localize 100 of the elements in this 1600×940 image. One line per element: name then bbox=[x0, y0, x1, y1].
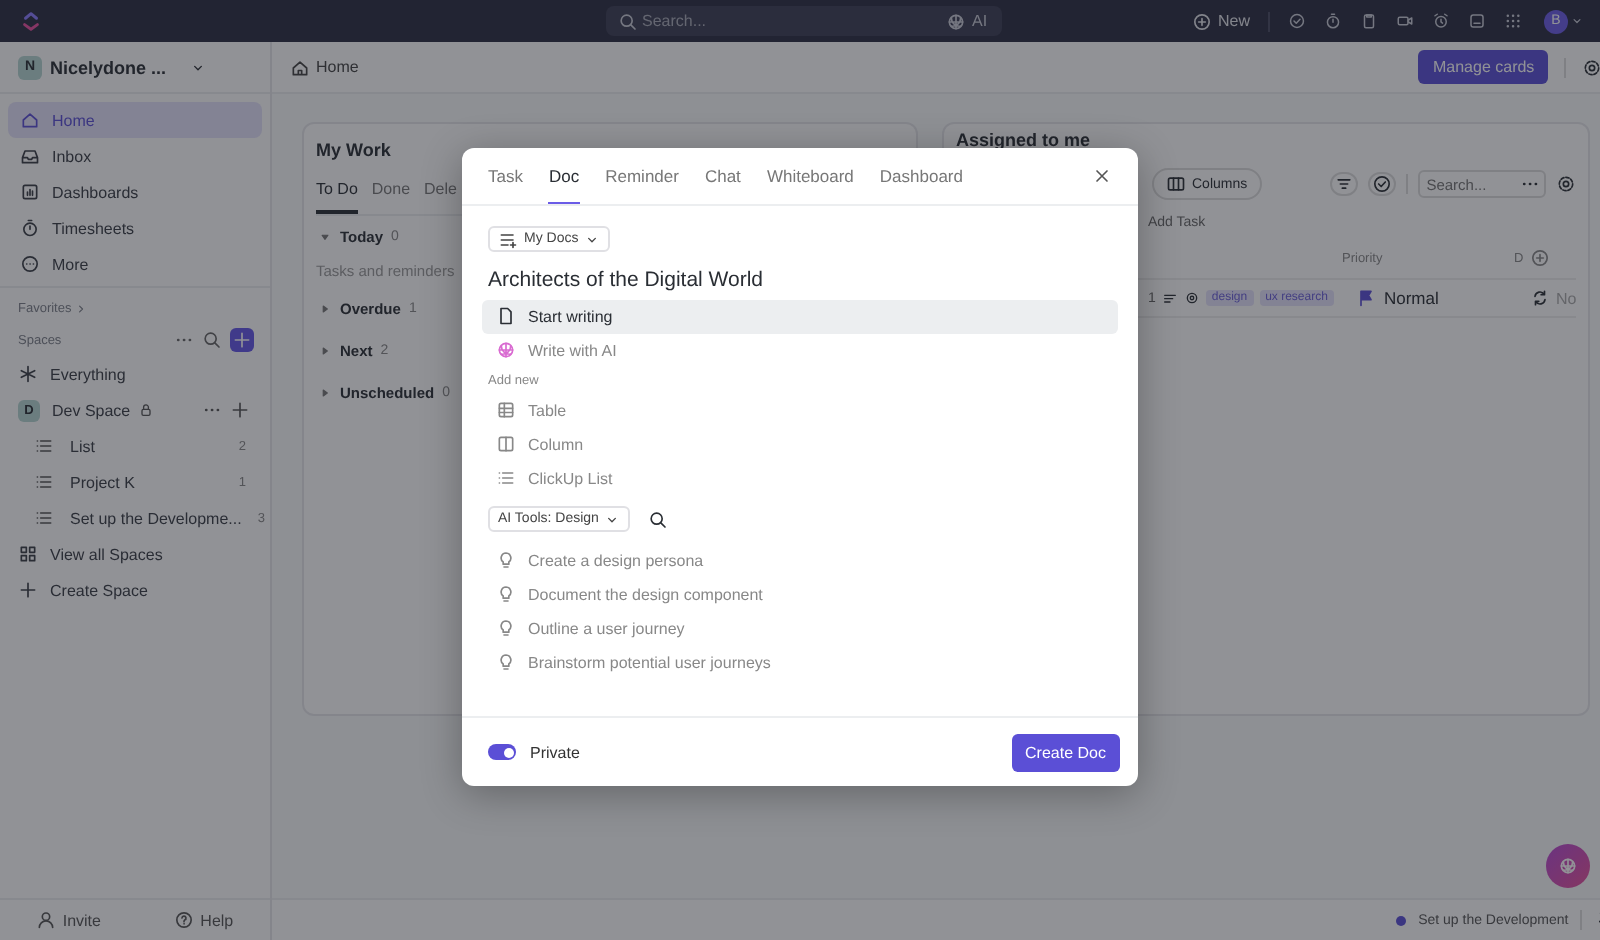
menu-item[interactable]: Create a design persona bbox=[482, 543, 1118, 577]
flag-icon bbox=[1355, 288, 1376, 308]
menu-item[interactable]: Write with AI bbox=[482, 333, 1118, 367]
check-button[interactable] bbox=[1368, 172, 1397, 196]
menu-item[interactable]: Brainstorm potential user journeys bbox=[482, 645, 1118, 679]
menu-item[interactable]: Column bbox=[482, 427, 1118, 461]
tab[interactable]: Doc bbox=[548, 166, 580, 204]
note-icon[interactable] bbox=[1468, 12, 1486, 30]
lightbulb-icon bbox=[496, 618, 516, 638]
tab[interactable]: Dele bbox=[424, 176, 457, 214]
invite-button[interactable]: Invite bbox=[36, 910, 101, 930]
tab[interactable]: Dashboard bbox=[879, 166, 963, 204]
menu-item[interactable]: Start writing bbox=[482, 299, 1118, 333]
create-doc-button[interactable]: Create Doc bbox=[1011, 733, 1120, 771]
lightbulb-icon bbox=[496, 652, 516, 672]
globe-icon bbox=[1558, 856, 1578, 876]
doc-title[interactable]: Architects of the Digital World bbox=[482, 253, 1118, 299]
alarm-icon[interactable] bbox=[1432, 12, 1450, 30]
inbox-icon bbox=[20, 146, 40, 166]
search-icon bbox=[618, 11, 638, 31]
globe-icon bbox=[496, 340, 516, 360]
filter-icon bbox=[1334, 174, 1355, 194]
settings-icon[interactable] bbox=[1582, 57, 1600, 77]
menu-item[interactable]: Document the design component bbox=[482, 577, 1118, 611]
nav-item[interactable]: Home bbox=[8, 102, 262, 138]
home-icon bbox=[20, 110, 40, 130]
asterisk-icon bbox=[18, 364, 38, 384]
help-icon bbox=[174, 910, 195, 930]
breadcrumb[interactable]: Home bbox=[290, 57, 359, 77]
card-title: My Work bbox=[316, 138, 393, 164]
list-name: Set up the Developme... bbox=[70, 509, 242, 527]
search-icon[interactable] bbox=[648, 509, 669, 529]
nav-item[interactable]: Create Space bbox=[0, 572, 262, 608]
search-field[interactable]: Search... bbox=[606, 6, 938, 36]
nav-item[interactable]: Timesheets bbox=[8, 210, 262, 246]
list-icon bbox=[498, 229, 518, 249]
list-name: List bbox=[70, 437, 97, 455]
caret-down-icon[interactable] bbox=[318, 230, 332, 244]
priority-value[interactable]: Normal bbox=[1383, 288, 1439, 308]
list-name: Project K bbox=[70, 473, 137, 491]
lightbulb-icon bbox=[496, 550, 516, 570]
plus-circle-icon bbox=[1191, 11, 1212, 31]
nav-item[interactable]: Everything bbox=[0, 356, 262, 392]
tab[interactable]: To Do bbox=[316, 176, 358, 214]
clipboard-icon[interactable] bbox=[1360, 12, 1378, 30]
video-icon[interactable] bbox=[1396, 12, 1414, 30]
apps-icon[interactable] bbox=[1504, 12, 1522, 30]
caret-icon[interactable] bbox=[1570, 14, 1584, 28]
space-name: Dev Space bbox=[52, 401, 131, 419]
caret-right-icon[interactable] bbox=[318, 344, 332, 358]
menu-item[interactable]: Table bbox=[482, 393, 1118, 427]
list-icon bbox=[34, 508, 54, 528]
target-icon bbox=[1183, 290, 1200, 306]
tab[interactable]: Chat bbox=[704, 166, 741, 204]
tab[interactable]: Done bbox=[371, 176, 411, 214]
card-title: Assigned to me bbox=[956, 128, 1093, 154]
new-button[interactable]: New bbox=[1191, 11, 1250, 31]
check-circle-icon[interactable] bbox=[1288, 12, 1306, 30]
caret-right-icon[interactable] bbox=[318, 386, 332, 400]
plus-icon bbox=[232, 330, 252, 350]
logo-icon[interactable] bbox=[20, 10, 42, 32]
tab[interactable]: Reminder bbox=[605, 166, 679, 204]
add-column-icon[interactable] bbox=[1529, 248, 1550, 268]
list-icon bbox=[496, 468, 516, 488]
table-icon bbox=[496, 400, 516, 420]
lightbulb-icon bbox=[496, 584, 516, 604]
nav-item[interactable]: Inbox bbox=[8, 138, 262, 174]
user-icon bbox=[36, 910, 57, 930]
settings-icon[interactable] bbox=[1556, 174, 1577, 194]
tab[interactable]: Task bbox=[488, 166, 523, 204]
chevron-right-icon[interactable] bbox=[73, 302, 88, 316]
nav-item[interactable]: More bbox=[8, 246, 262, 282]
tab[interactable]: Whiteboard bbox=[766, 166, 854, 204]
chart-icon bbox=[20, 182, 40, 202]
document-icon bbox=[496, 306, 516, 326]
nav-item[interactable]: Dashboards bbox=[8, 174, 262, 210]
home-icon bbox=[290, 57, 310, 77]
ai-button[interactable]: AI bbox=[938, 6, 1002, 36]
stopwatch-icon[interactable] bbox=[1324, 12, 1342, 30]
plus-icon bbox=[18, 580, 38, 600]
status-dot-icon bbox=[1396, 915, 1407, 925]
caret-right-icon[interactable] bbox=[318, 302, 332, 316]
manage-cards-button[interactable]: Manage cards bbox=[1418, 50, 1549, 84]
toggle-label: Private bbox=[530, 743, 580, 761]
nav-item[interactable]: View all Spaces bbox=[0, 536, 262, 572]
toggle-switch[interactable] bbox=[488, 744, 516, 760]
lines-icon bbox=[1161, 290, 1178, 306]
list-icon bbox=[34, 436, 54, 456]
close-icon[interactable] bbox=[1092, 166, 1112, 186]
help-button[interactable]: Help bbox=[174, 910, 234, 930]
grid-icon bbox=[18, 544, 38, 564]
menu-item[interactable]: Outline a user journey bbox=[482, 611, 1118, 645]
workspace-name[interactable]: Nicelydone ... bbox=[50, 57, 167, 77]
stopwatch-icon bbox=[20, 218, 40, 238]
column-icon bbox=[496, 434, 516, 454]
menu-item[interactable]: ClickUp List bbox=[482, 461, 1118, 495]
filter-button[interactable] bbox=[1330, 172, 1359, 196]
columns-icon bbox=[1166, 174, 1186, 194]
plus-icon[interactable] bbox=[230, 400, 250, 420]
add-button[interactable] bbox=[230, 328, 254, 352]
